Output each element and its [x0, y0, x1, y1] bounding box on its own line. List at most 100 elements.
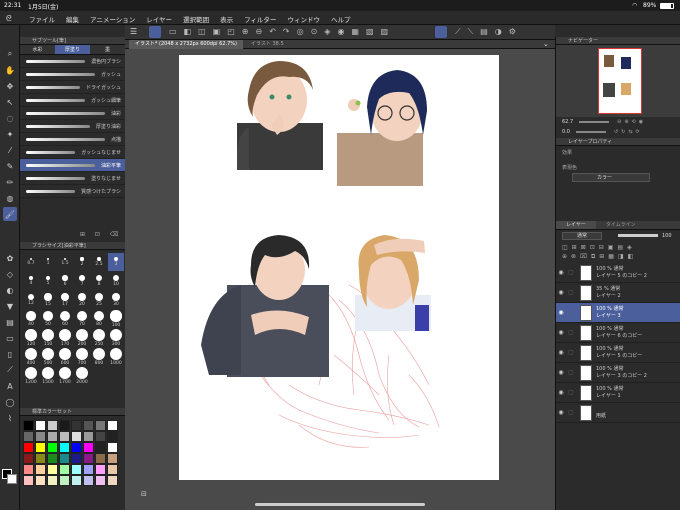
- eye-icon[interactable]: ◉: [556, 389, 566, 396]
- lock-icon[interactable]: ▢: [566, 349, 576, 356]
- brush-size-option[interactable]: 150: [40, 329, 56, 347]
- pencil-icon[interactable]: ✏: [3, 175, 17, 189]
- expression-color-select[interactable]: カラー: [572, 173, 650, 182]
- subtool-item[interactable]: ガッシュなじませ: [20, 146, 125, 159]
- subtool-item[interactable]: 厚塗り油彩: [20, 120, 125, 133]
- brush-size-option[interactable]: 50: [40, 310, 56, 328]
- layer-row[interactable]: ◉ ▢ 100 % 通常 レイヤー 3: [556, 303, 680, 323]
- lock-icon[interactable]: ▢: [566, 329, 576, 336]
- blend-icon[interactable]: ◐: [3, 283, 17, 297]
- menu-item-3[interactable]: レイヤー: [146, 14, 172, 24]
- color-swatch[interactable]: [35, 475, 46, 486]
- brush-size-option[interactable]: 6: [57, 272, 73, 290]
- menu-item-0[interactable]: ファイル: [29, 14, 55, 24]
- color-swatch[interactable]: [47, 475, 58, 486]
- color-swatch[interactable]: [23, 475, 34, 486]
- lock-icon[interactable]: ▢: [566, 309, 576, 316]
- eye-icon[interactable]: ◉: [556, 369, 566, 376]
- color-swatch[interactable]: [23, 420, 34, 431]
- toolbar-icons[interactable]: ▭◧◫▣◰⊕⊖↶↷◎⊙◈◉▦▧▨: [169, 27, 395, 36]
- navigator-zoom-row[interactable]: 62.7 ⊖⊕⟲◉: [556, 117, 680, 127]
- paper[interactable]: [179, 55, 499, 480]
- color-swatch[interactable]: [95, 420, 106, 431]
- brush-size-option[interactable]: 2.5: [91, 253, 107, 271]
- figure-icon[interactable]: ▭: [3, 331, 17, 345]
- airbrush-icon[interactable]: ◍: [3, 191, 17, 205]
- color-swatch[interactable]: [59, 442, 70, 453]
- app-logo-icon[interactable]: ᘓ: [6, 14, 12, 24]
- color-swatch[interactable]: [107, 453, 118, 464]
- brush-size-option[interactable]: 400: [23, 348, 39, 366]
- subtool-item[interactable]: 点描: [20, 133, 125, 146]
- canvas-area[interactable]: ⊟: [125, 49, 555, 510]
- lock-icon[interactable]: ▢: [566, 369, 576, 376]
- subtool-item[interactable]: ガッシュ細筆: [20, 94, 125, 107]
- color-swatch[interactable]: [47, 453, 58, 464]
- auto-select-icon[interactable]: ✦: [3, 127, 17, 141]
- lock-icon[interactable]: ▢: [566, 389, 576, 396]
- color-swatch[interactable]: [47, 442, 58, 453]
- balloon-icon[interactable]: ◯: [3, 395, 17, 409]
- brush-size-option[interactable]: 100: [108, 310, 124, 328]
- brush-size-option[interactable]: 1700: [57, 367, 73, 385]
- layer-row[interactable]: ◉ ▢ 用紙: [556, 403, 680, 423]
- brush-size-option[interactable]: 7: [74, 272, 90, 290]
- eye-icon[interactable]: ◉: [556, 329, 566, 336]
- color-swatch[interactable]: [95, 475, 106, 486]
- eye-icon[interactable]: ◉: [556, 409, 566, 416]
- brush-size-option[interactable]: 15: [40, 291, 56, 309]
- color-swatch[interactable]: [35, 431, 46, 442]
- brush-size-option[interactable]: 200: [74, 329, 90, 347]
- brush-size-option[interactable]: 10: [108, 272, 124, 290]
- brush-size-option[interactable]: 70: [74, 310, 90, 328]
- brush-size-option[interactable]: 5: [40, 272, 56, 290]
- color-swatch[interactable]: [23, 431, 34, 442]
- pen-icon[interactable]: ✎: [3, 159, 17, 173]
- navigator-rotate-row[interactable]: 0.0 ↺↻⇆⟳: [556, 127, 680, 137]
- frame-icon[interactable]: ▯: [3, 347, 17, 361]
- color-swatch[interactable]: [83, 442, 94, 453]
- zoom-icon[interactable]: ⌕: [3, 47, 17, 61]
- color-swatch[interactable]: [107, 431, 118, 442]
- brush-size-option[interactable]: 30: [108, 291, 124, 309]
- color-swatch[interactable]: [23, 442, 34, 453]
- color-swatch[interactable]: [95, 442, 106, 453]
- subtool-item[interactable]: ガッシュ: [20, 68, 125, 81]
- color-swatch[interactable]: [83, 453, 94, 464]
- brush-size-option[interactable]: 600: [57, 348, 73, 366]
- tab-timeline[interactable]: タイムライン: [596, 221, 646, 229]
- brush-size-option[interactable]: 1200: [23, 367, 39, 385]
- color-swatch[interactable]: [47, 431, 58, 442]
- layer-toolbar[interactable]: ◫⊞⊠⊡⊟▣▤◈ ⊕⊗⌧⧉⊞▦◨◧: [556, 241, 680, 263]
- color-swatch[interactable]: [107, 464, 118, 475]
- menu-item-8[interactable]: ヘルプ: [331, 14, 351, 24]
- brush-size-option[interactable]: 25: [91, 291, 107, 309]
- page-icon[interactable]: ⊟: [141, 490, 147, 498]
- color-swatch[interactable]: [71, 475, 82, 486]
- menu-item-7[interactable]: ウィンドウ: [287, 14, 320, 24]
- eye-icon[interactable]: ◉: [556, 289, 566, 296]
- color-swatch[interactable]: [83, 431, 94, 442]
- color-swatch[interactable]: [107, 442, 118, 453]
- sub-color-swatch[interactable]: [7, 474, 17, 484]
- layer-row[interactable]: ◉ ▢ 100 % 通常 レイヤー 1: [556, 383, 680, 403]
- brush-size-option[interactable]: 12: [23, 291, 39, 309]
- brush-size-option[interactable]: 60: [57, 310, 73, 328]
- brush-size-option[interactable]: 17: [57, 291, 73, 309]
- subtool-item[interactable]: 質感つけたブラシ: [20, 185, 125, 198]
- color-swatch[interactable]: [35, 453, 46, 464]
- menu-icon[interactable]: ☰: [130, 27, 137, 36]
- menu-item-1[interactable]: 編集: [66, 14, 79, 24]
- tab-inactive[interactable]: イラスト 38.5: [245, 40, 290, 49]
- color-swatch[interactable]: [71, 453, 82, 464]
- eye-icon[interactable]: ◉: [556, 269, 566, 276]
- layer-row[interactable]: ◉ ▢ 100 % 通常 レイヤー 6 のコピー: [556, 323, 680, 343]
- brush-size-option[interactable]: 250: [91, 329, 107, 347]
- brush-size-option[interactable]: 2000: [74, 367, 90, 385]
- brush-size-option[interactable]: 8: [91, 272, 107, 290]
- subtool-item[interactable]: 塗りなじませ: [20, 172, 125, 185]
- chevron-down-icon[interactable]: ⌄: [543, 40, 549, 48]
- color-swatch[interactable]: [59, 453, 70, 464]
- menu-item-6[interactable]: フィルター: [244, 14, 276, 24]
- color-swatch[interactable]: [71, 431, 82, 442]
